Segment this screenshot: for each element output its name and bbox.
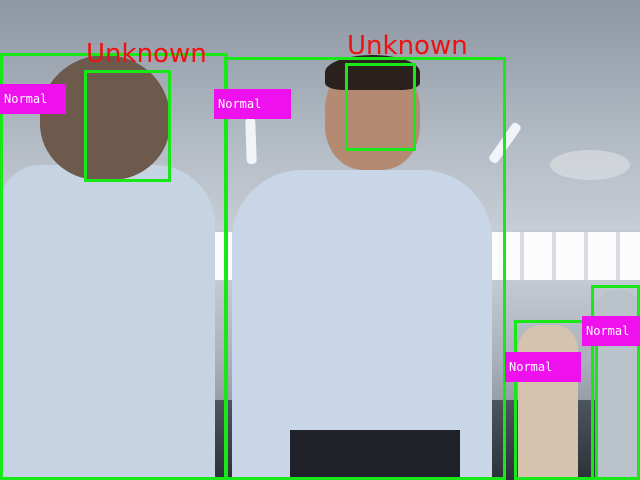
person-box-right-2 xyxy=(591,285,640,480)
status-tag-right-1: Normal xyxy=(505,352,581,382)
status-tag-left: Normal xyxy=(0,84,66,114)
identity-label-left: Unknown xyxy=(86,39,207,69)
status-tag-right-2: Normal xyxy=(582,316,640,346)
status-tag-center: Normal xyxy=(214,89,291,119)
face-box-left xyxy=(84,70,171,182)
face-box-center xyxy=(345,63,416,151)
identity-label-center: Unknown xyxy=(347,31,468,61)
ceiling-fan xyxy=(550,150,630,180)
camera-frame: Normal Unknown Normal Unknown Normal Nor… xyxy=(0,0,640,480)
